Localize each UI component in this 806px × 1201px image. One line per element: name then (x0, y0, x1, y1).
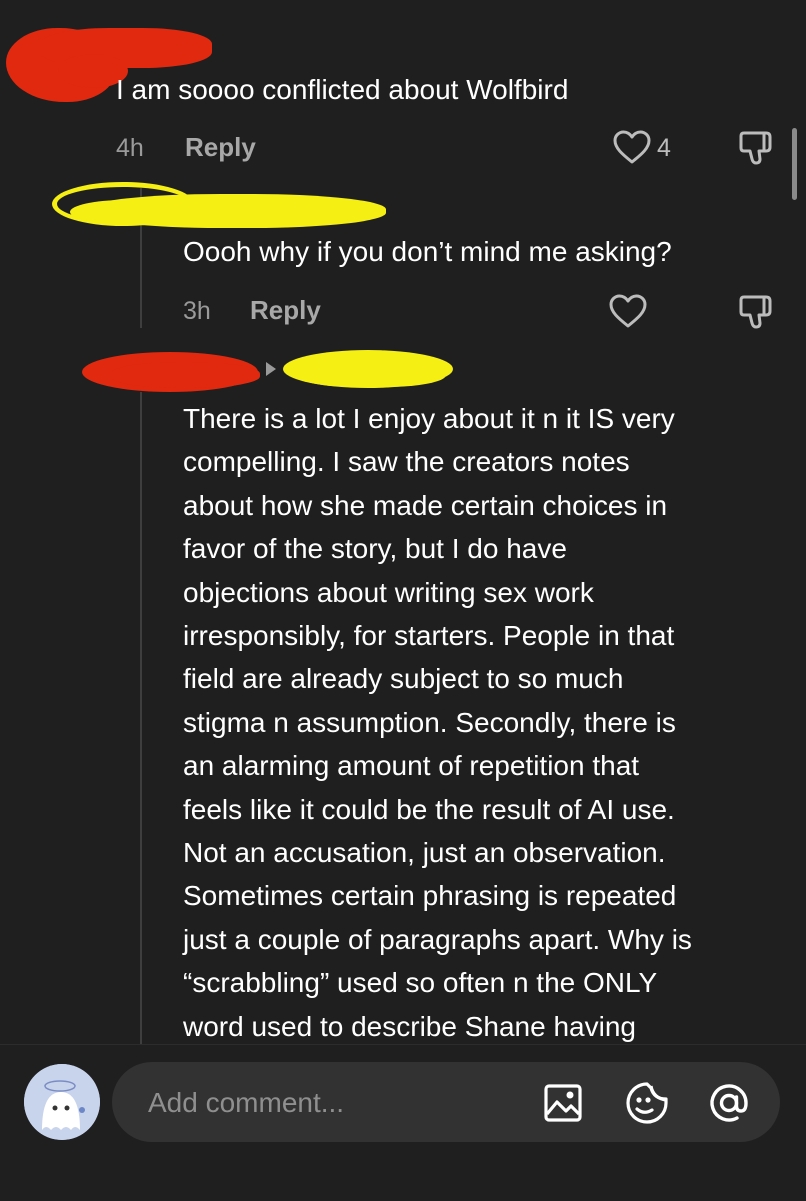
comment-line: irresponsibly, for starters. People in t… (183, 620, 675, 652)
thumbs-down-icon[interactable] (736, 128, 776, 168)
comment-line: Not an accusation, just an observation. (183, 837, 666, 869)
comment-line: just a couple of paragraphs apart. Why i… (183, 923, 692, 955)
thread-line (140, 392, 142, 1044)
comment-line: field are already subject to so much (183, 663, 624, 695)
at-icon[interactable] (706, 1080, 752, 1126)
comment-line: word used to describe Shane having (183, 1010, 636, 1042)
add-comment-input[interactable] (146, 1062, 510, 1144)
heart-icon[interactable] (612, 128, 652, 168)
comment-line: compelling. I saw the creators notes (183, 446, 630, 478)
comment-line: “scrabbling” used so often n the ONLY (183, 967, 658, 999)
reply-button[interactable]: Reply (250, 295, 321, 326)
reply-button[interactable]: Reply (185, 132, 256, 163)
comment-text: I am soooo conflicted about Wolfbird (116, 74, 569, 105)
comment-line: about how she made certain choices in (183, 489, 668, 521)
heart-icon[interactable] (608, 292, 648, 332)
comment-line: There is a lot I enjoy about it n it IS … (183, 403, 675, 434)
comment-input-container (112, 1062, 780, 1144)
comment-line: stigma n assumption. Secondly, there is (183, 706, 676, 738)
scrollbar[interactable] (792, 128, 797, 200)
comment-line: Sometimes certain phrasing is repeated (183, 880, 677, 912)
image-icon[interactable] (542, 1082, 584, 1124)
comment-line: feels like it could be the result of AI … (183, 793, 675, 825)
comment-line: objections about writing sex work (183, 576, 594, 608)
triangle-right-icon (264, 361, 278, 382)
comment-line: favor of the story, but I do have (183, 533, 567, 565)
comment-line: an alarming amount of repetition that (183, 750, 640, 782)
comment-body: There is a lot I enjoy about it n it IS … (183, 397, 783, 1048)
emoji-icon[interactable] (624, 1080, 670, 1126)
thumbs-down-icon[interactable] (736, 292, 776, 332)
comment-text: Oooh why if you don’t mind me asking? (183, 236, 672, 267)
comment-time: 3h (183, 297, 211, 325)
avatar[interactable] (24, 1064, 100, 1140)
comment-time: 4h (116, 134, 144, 162)
like-count: 4 (657, 134, 671, 162)
